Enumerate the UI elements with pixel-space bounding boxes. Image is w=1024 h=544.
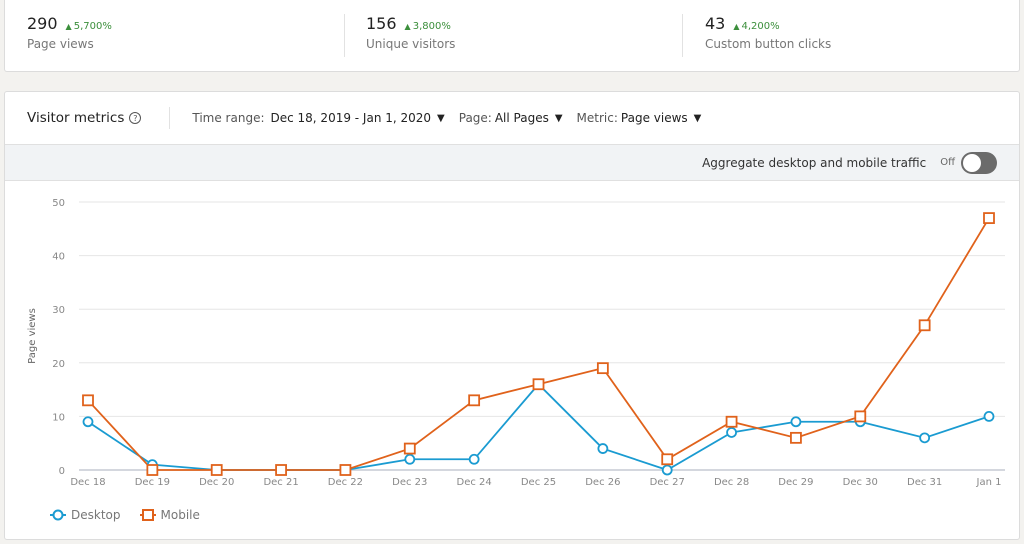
data-point-mobile	[983, 212, 995, 224]
chart-legend: Desktop Mobile	[49, 508, 218, 522]
y-tick-label: 10	[52, 412, 65, 423]
stat-unique-visitors: 156 ▲ 3,800% Unique visitors	[366, 14, 455, 58]
y-tick-label: 20	[52, 359, 65, 370]
data-point-desktop	[919, 432, 931, 444]
stat-delta: ▲ 4,200%	[733, 21, 780, 32]
x-tick-label: Dec 19	[135, 477, 170, 488]
legend-item-desktop[interactable]: Desktop	[49, 508, 121, 522]
x-tick-label: Dec 27	[650, 477, 685, 488]
x-tick-label: Dec 25	[521, 477, 556, 488]
x-tick-label: Dec 30	[843, 477, 878, 488]
page-views-line-chart: 0 10 20 30 40 50 Page views Dec 18 Dec 19 Dec 20 D…	[27, 198, 1005, 488]
stat-divider	[682, 14, 683, 57]
data-point-mobile	[532, 378, 545, 391]
data-point-desktop	[597, 443, 609, 454]
stat-value: 290	[27, 14, 58, 33]
data-point-mobile	[210, 464, 223, 476]
x-tick-label: Jan 1	[976, 477, 1002, 488]
stat-label: Unique visitors	[366, 37, 456, 51]
data-point-mobile	[146, 464, 159, 476]
data-point-mobile	[468, 394, 481, 407]
legend-item-mobile[interactable]: Mobile	[139, 508, 200, 522]
stat-value: 156	[366, 14, 397, 33]
square-marker-icon	[139, 509, 156, 521]
stat-delta: ▲ 5,700%	[65, 21, 112, 32]
x-tick-label: Dec 24	[457, 477, 492, 488]
circle-marker-icon	[50, 509, 66, 521]
data-point-desktop	[404, 453, 416, 465]
data-point-desktop	[468, 453, 480, 465]
x-tick-label: Dec 31	[907, 477, 942, 488]
data-point-desktop	[82, 416, 94, 428]
data-point-mobile	[596, 362, 609, 375]
y-tick-label: 0	[59, 466, 65, 477]
data-point-mobile	[339, 464, 352, 476]
y-tick-label: 50	[52, 198, 65, 209]
series-line-desktop	[87, 382, 990, 471]
stat-page-views: 290 ▲ 5,700% Page views	[27, 14, 112, 58]
up-triangle-icon: ▲	[733, 22, 740, 31]
visitor-metrics-card: Visitor metrics ? Time range: Dec 18, 20…	[4, 91, 1020, 540]
summary-stats-card: 290 ▲ 5,700% Page views 156 ▲ 3,800% Uniqu…	[4, 0, 1020, 72]
stat-custom-button-clicks: 43 ▲ 4,200% Custom button clicks	[705, 14, 831, 58]
stat-label: Page views	[27, 37, 94, 51]
x-tick-label: Dec 28	[714, 477, 749, 488]
data-point-mobile	[661, 453, 674, 466]
data-point-desktop	[661, 464, 673, 476]
stat-divider	[344, 14, 345, 57]
data-point-desktop	[983, 410, 995, 422]
data-point-mobile	[725, 415, 738, 428]
up-triangle-icon: ▲	[404, 22, 411, 31]
x-tick-label: Dec 26	[585, 477, 620, 488]
x-tick-label: Dec 29	[778, 477, 813, 488]
data-point-desktop	[726, 427, 737, 438]
x-tick-label: Dec 22	[328, 477, 363, 488]
x-tick-label: Dec 23	[392, 477, 427, 488]
data-point-mobile	[854, 410, 867, 423]
data-point-mobile	[275, 464, 287, 476]
stat-value: 43	[705, 14, 726, 33]
y-tick-label: 40	[52, 252, 65, 263]
stat-delta: ▲ 3,800%	[404, 21, 451, 32]
x-tick-label: Dec 20	[199, 477, 234, 488]
y-tick-label: 30	[52, 305, 65, 316]
data-point-mobile	[790, 431, 802, 444]
x-tick-label: Dec 21	[263, 477, 298, 488]
stat-label: Custom button clicks	[705, 37, 832, 51]
data-point-mobile	[403, 442, 416, 455]
data-point-desktop	[790, 416, 802, 428]
data-point-mobile	[82, 394, 94, 407]
y-axis-label: Page views	[27, 308, 38, 364]
up-triangle-icon: ▲	[65, 22, 72, 31]
data-point-mobile	[918, 319, 931, 332]
x-tick-label: Dec 18	[70, 477, 105, 488]
